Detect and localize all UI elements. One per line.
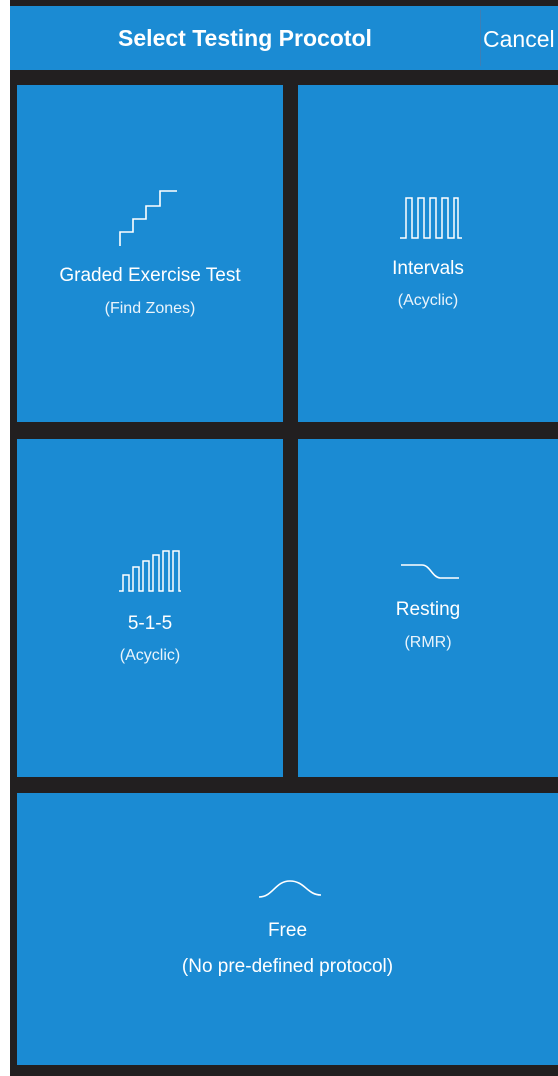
protocol-tile-5-1-5[interactable]: 5-1-5 (Acyclic) bbox=[17, 439, 283, 777]
protocol-sublabel: (Find Zones) bbox=[104, 300, 196, 317]
protocol-tile-graded-exercise-test[interactable]: Graded Exercise Test (Find Zones) bbox=[17, 85, 283, 422]
protocol-label: Free bbox=[267, 920, 308, 941]
protocol-label: Resting bbox=[395, 599, 461, 620]
protocol-sublabel: (Acyclic) bbox=[397, 292, 459, 309]
nav-bar: Select Testing Procotol Cancel bbox=[10, 6, 558, 70]
protocol-tile-resting[interactable]: Resting (RMR) bbox=[298, 439, 558, 777]
protocol-label: Intervals bbox=[392, 258, 464, 279]
protocol-tile-intervals[interactable]: Intervals (Acyclic) bbox=[298, 85, 558, 422]
cancel-button[interactable]: Cancel bbox=[483, 6, 555, 70]
protocol-sublabel: (RMR) bbox=[404, 634, 452, 651]
protocol-sublabel: (No pre-defined protocol) bbox=[181, 956, 394, 977]
protocol-tile-free[interactable]: Free (No pre-defined protocol) bbox=[17, 793, 558, 1065]
page-title: Select Testing Procotol bbox=[118, 25, 372, 51]
protocol-label: 5-1-5 bbox=[127, 613, 173, 634]
wave-curve-icon bbox=[258, 880, 322, 898]
staircase-icon bbox=[119, 190, 177, 246]
header-divider bbox=[480, 10, 481, 66]
rising-pulses-icon bbox=[119, 550, 181, 592]
square-wave-icon bbox=[400, 197, 462, 239]
protocol-sublabel: (Acyclic) bbox=[119, 647, 181, 664]
descending-curve-icon bbox=[401, 564, 459, 579]
protocol-label: Graded Exercise Test bbox=[59, 265, 241, 286]
